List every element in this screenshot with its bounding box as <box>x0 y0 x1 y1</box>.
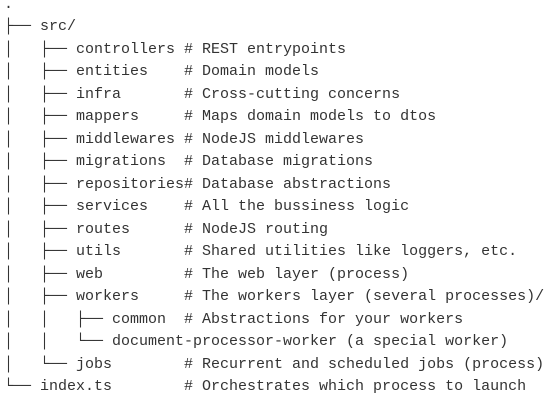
tree-line-infra: │ ├── infra # Cross-cutting concerns <box>4 86 401 103</box>
tree-line-web: │ ├── web # The web layer (process) <box>4 266 410 283</box>
tree-line-controllers: │ ├── controllers # REST entrypoints <box>4 41 347 58</box>
tree-line-migrations: │ ├── migrations # Database migrations <box>4 153 374 170</box>
tree-line-repositories: │ ├── repositories# Database abstraction… <box>4 176 392 193</box>
tree-line-document-processor: │ │ └── document-processor-worker (a spe… <box>4 333 509 350</box>
tree-line-middlewares: │ ├── middlewares # NodeJS middlewares <box>4 131 365 148</box>
tree-line-utils: │ ├── utils # Shared utilities like logg… <box>4 243 518 260</box>
tree-line-root: . <box>4 0 14 13</box>
tree-line-src: ├── src/ <box>4 18 77 35</box>
directory-tree: . ├── src/ │ ├── controllers # REST entr… <box>0 0 556 401</box>
tree-line-common: │ │ ├── common # Abstractions for your w… <box>4 311 464 328</box>
tree-line-services: │ ├── services # All the bussiness logic <box>4 198 410 215</box>
tree-line-entities: │ ├── entities # Domain models <box>4 63 320 80</box>
tree-line-mappers: │ ├── mappers # Maps domain models to dt… <box>4 108 437 125</box>
tree-line-jobs: │ └── jobs # Recurrent and scheduled job… <box>4 356 545 373</box>
tree-line-routes: │ ├── routes # NodeJS routing <box>4 221 329 238</box>
tree-line-index-ts: └── index.ts # Orchestrates which proces… <box>4 378 527 395</box>
tree-line-workers: │ ├── workers # The workers layer (sever… <box>4 288 545 305</box>
